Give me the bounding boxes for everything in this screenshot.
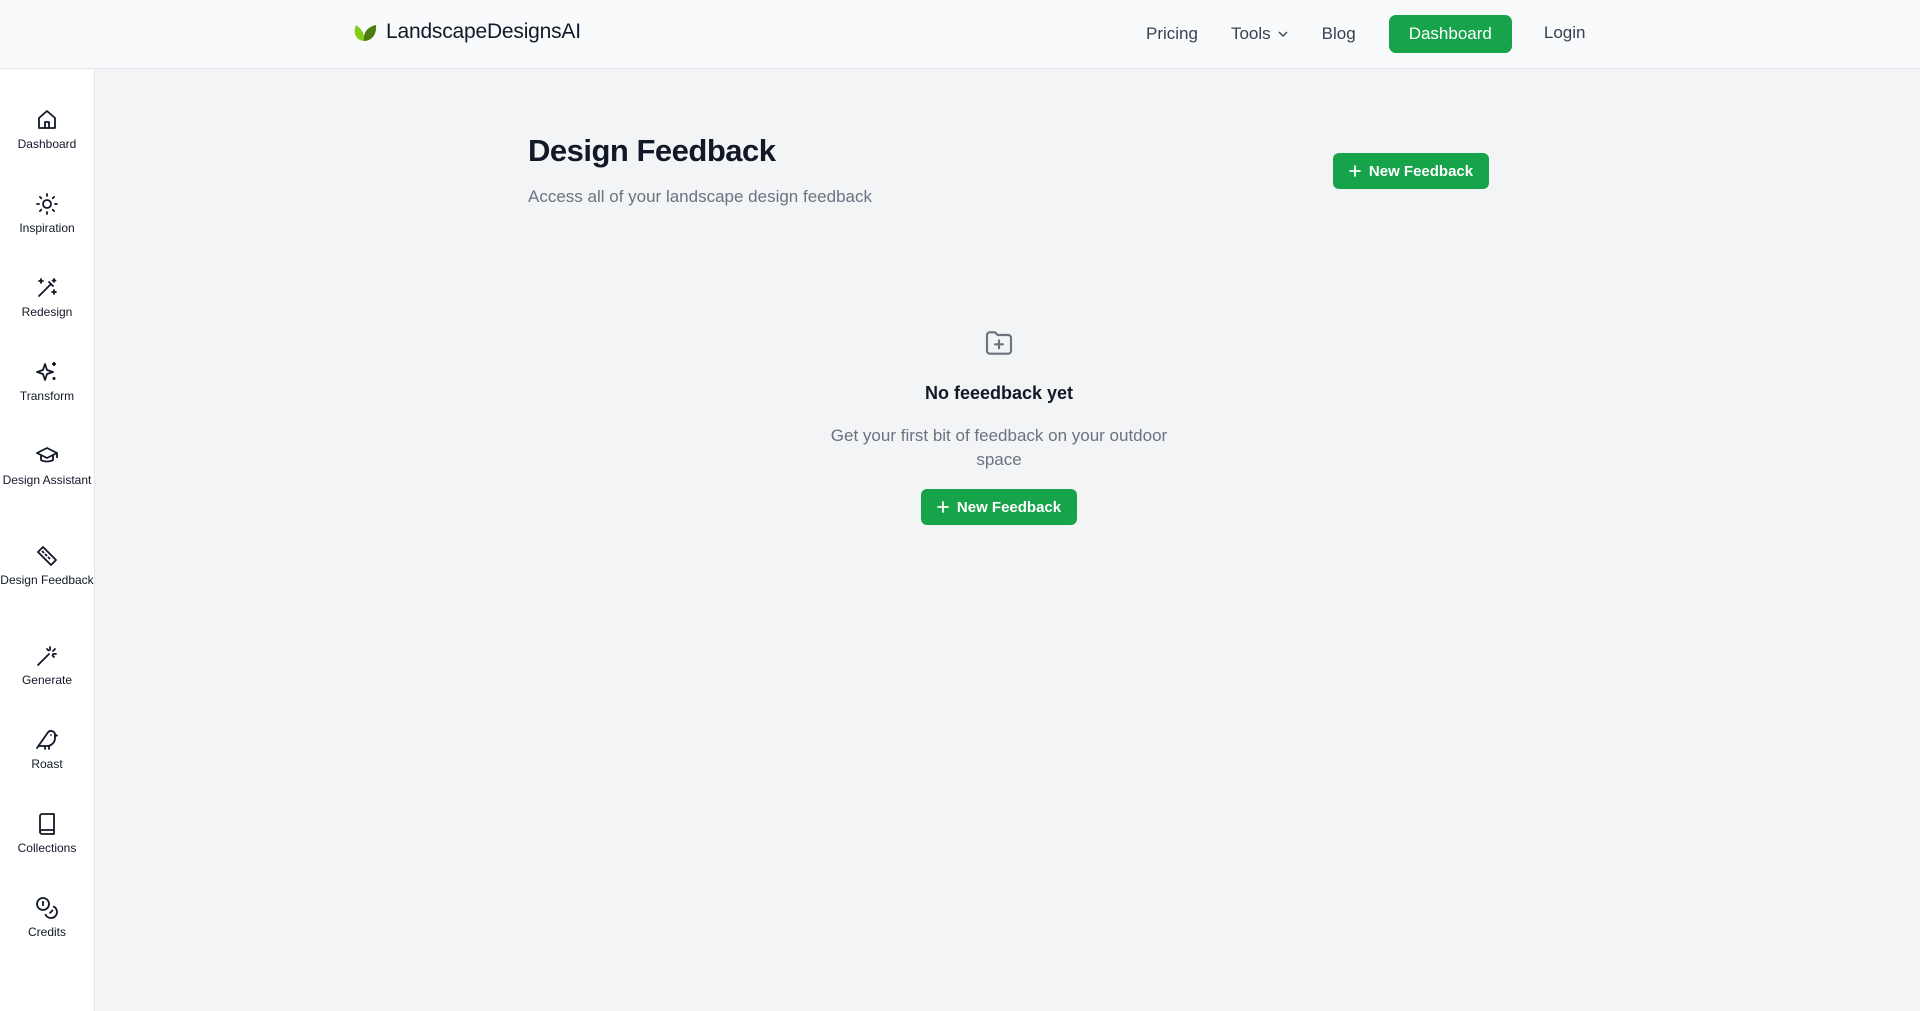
empty-state-text: Get your first bit of feedback on your o… (830, 426, 1168, 469)
sidebar-item-label: Credits (27, 925, 66, 939)
sidebar-item-label: Design Feedback (0, 573, 94, 587)
sidebar-item-generate[interactable]: Generate (0, 644, 94, 688)
sidebar-item-label: Generate (21, 673, 73, 687)
graduation-cap-icon (36, 447, 58, 463)
sidebar-item-label: Dashboard (17, 137, 77, 151)
chevron-down-icon (1278, 31, 1288, 37)
sidebar-item-label: Transform (19, 389, 75, 403)
top-navbar: LandscapeDesignsAI Pricing Tools Blog Da… (0, 0, 1920, 69)
sidebar-item-inspiration[interactable]: Inspiration (0, 192, 94, 236)
wand-icon (37, 646, 57, 666)
sidebar-item-roast[interactable]: Roast (0, 728, 94, 772)
empty-state-button-label: New Feedback (956, 498, 1062, 516)
book-icon (39, 813, 55, 835)
main-nav: Pricing Tools Blog Dashboard Login (1146, 15, 1585, 53)
page-title: Design Feedback (528, 133, 776, 168)
sidebar: Dashboard Inspiration Redesign Transform… (0, 69, 95, 1011)
sidebar-item-label: Inspiration (19, 221, 75, 235)
coins-icon (36, 897, 58, 919)
leaf-logo-icon (354, 25, 377, 41)
nav-login-link[interactable]: Login (1544, 23, 1586, 43)
empty-state-title: No feeedback yet (924, 383, 1074, 403)
sidebar-item-credits[interactable]: Credits (0, 896, 94, 940)
main-content: Design Feedback Access all of your lands… (95, 69, 1920, 1011)
new-feedback-button[interactable]: New Feedback (1333, 153, 1489, 189)
sidebar-item-collections[interactable]: Collections (0, 812, 94, 856)
plus-icon (1348, 165, 1361, 177)
sidebar-item-label: Collections (17, 841, 77, 855)
plus-icon (936, 501, 949, 513)
sidebar-item-label: Roast (31, 757, 63, 771)
nav-tools-label: Tools (1230, 24, 1271, 43)
folder-plus-icon (985, 331, 1013, 355)
sidebar-item-label: Design Assistant (2, 473, 92, 487)
nav-blog-link[interactable]: Blog (1322, 24, 1356, 44)
empty-state-new-feedback-button[interactable]: New Feedback (921, 489, 1077, 525)
sidebar-item-dashboard[interactable]: Dashboard (0, 108, 94, 152)
sidebar-item-design-assistant[interactable]: Design Assistant (0, 444, 94, 488)
magic-wand-icon (38, 278, 57, 297)
bird-icon (36, 730, 58, 750)
new-feedback-label: New Feedback (1368, 162, 1474, 180)
ruler-icon (37, 546, 57, 566)
nav-dashboard-button[interactable]: Dashboard (1388, 15, 1512, 53)
home-icon (38, 110, 56, 129)
sidebar-item-design-feedback[interactable]: Design Feedback (0, 544, 94, 588)
empty-state: No feeedback yet Get your first bit of f… (828, 327, 1170, 525)
sidebar-item-label: Redesign (21, 305, 73, 319)
sidebar-item-transform[interactable]: Transform (0, 360, 94, 404)
brand-logo-link[interactable]: LandscapeDesignsAI (352, 20, 581, 44)
nav-pricing-link[interactable]: Pricing (1146, 24, 1198, 44)
sun-icon (36, 193, 58, 215)
nav-tools-dropdown[interactable]: Tools (1231, 24, 1289, 44)
sidebar-item-redesign[interactable]: Redesign (0, 276, 94, 320)
page-subtitle: Access all of your landscape design feed… (528, 187, 872, 206)
brand-name: LandscapeDesignsAI (386, 20, 581, 43)
sparkles-icon (36, 362, 56, 381)
